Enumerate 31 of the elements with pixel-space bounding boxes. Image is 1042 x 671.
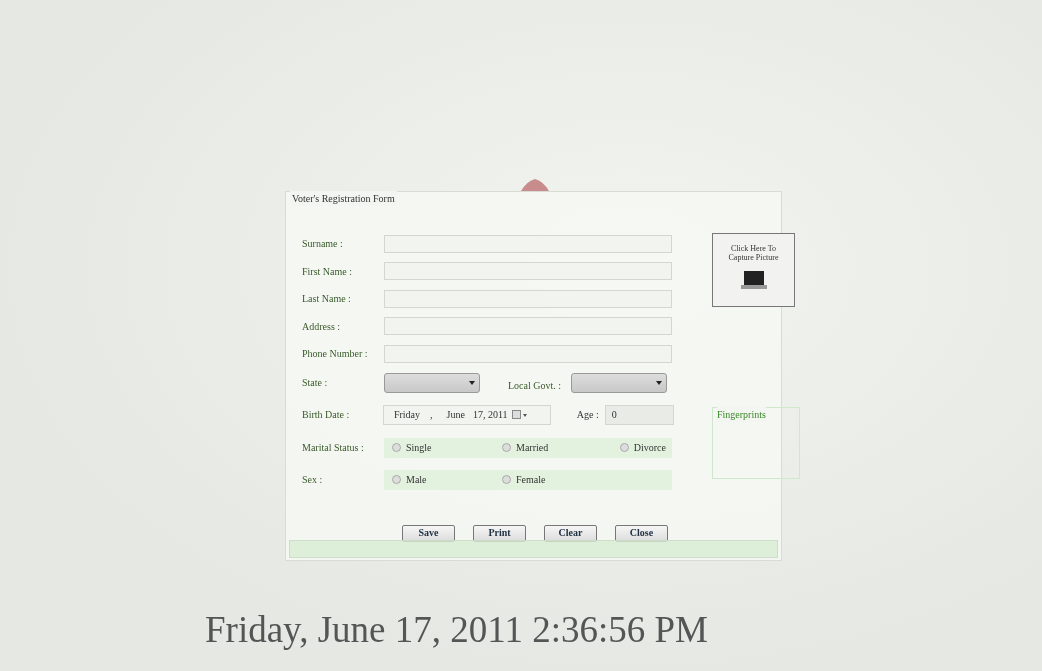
form-title: Voter's Registration Form <box>290 191 397 206</box>
date-picker[interactable]: Friday , June 17, 2011 <box>382 404 551 425</box>
text-field[interactable] <box>384 317 672 336</box>
field-label: Last Name : <box>302 292 352 307</box>
age-label: Age : <box>576 408 599 422</box>
radio-option[interactable]: Female <box>502 472 612 487</box>
age-field: 0 <box>604 404 674 425</box>
text-field[interactable] <box>384 262 672 281</box>
laptop-icon <box>739 270 768 290</box>
local-govt-dropdown[interactable] <box>571 372 668 393</box>
field-label: Sex : <box>302 473 324 487</box>
radio-option[interactable]: Married <box>502 440 612 455</box>
field-label: State : <box>302 376 329 390</box>
radio-option[interactable]: Male <box>392 472 502 487</box>
radio-option[interactable]: Divorce <box>619 440 666 455</box>
field-label: Marital Status : <box>302 441 365 455</box>
fingerprints-title: Fingerprints <box>717 407 766 422</box>
capture-picture-button[interactable]: Click Here To Capture Picture <box>712 233 795 307</box>
field-label: Address : <box>302 319 342 334</box>
clock-text: Friday, June 17, 2011 2:36:56 PM <box>205 611 709 648</box>
state-dropdown[interactable] <box>384 372 480 393</box>
text-field[interactable] <box>384 234 672 253</box>
text-field[interactable] <box>384 344 672 363</box>
radio-option[interactable]: Single <box>392 440 502 455</box>
field-label: Phone Number : <box>302 347 369 362</box>
field-label: First Name : <box>302 264 353 279</box>
field-label: Surname : <box>302 237 344 252</box>
field-label: Birth Date : <box>302 408 351 422</box>
calendar-icon[interactable] <box>511 409 528 420</box>
text-field[interactable] <box>384 289 672 308</box>
field-label: Local Govt. : <box>508 379 562 393</box>
